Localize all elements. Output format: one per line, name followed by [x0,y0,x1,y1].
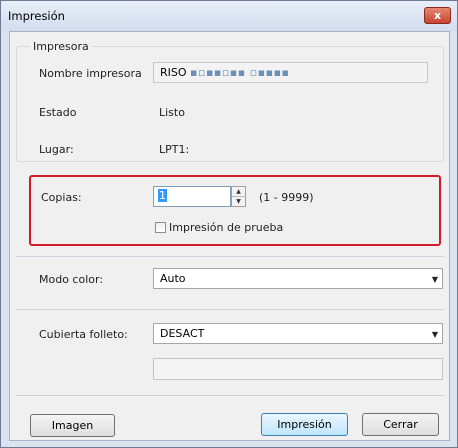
chevron-down-icon: ▼ [431,275,438,284]
proof-print-label[interactable]: Impresión de prueba [169,221,283,234]
image-button[interactable]: Imagen [30,414,115,437]
color-mode-select[interactable]: Auto ▼ [153,268,443,289]
status-label: Estado [39,106,77,119]
printer-name-field: RISO ▪▫▪▪▫▪▪ ▫▪▪▪▪ [153,62,428,83]
print-button[interactable]: Impresión [261,413,348,436]
copies-input[interactable]: 1 [153,186,231,207]
booklet-detail-field [153,358,443,380]
spin-up-icon[interactable]: ▲ [232,187,245,197]
divider [16,395,444,396]
copies-spinner[interactable]: ▲ ▼ [231,186,246,207]
close-window-button[interactable]: x [424,7,451,24]
divider [16,256,444,257]
chevron-down-icon: ▼ [431,330,438,339]
location-value: LPT1: [159,143,190,156]
booklet-cover-select[interactable]: DESACT ▼ [153,323,443,344]
status-value: Listo [159,106,185,119]
cancel-button[interactable]: Cerrar [362,413,439,436]
printer-name-blurred: ▪▫▪▪▫▪▪ ▫▪▪▪▪ [190,66,290,79]
color-mode-label: Modo color: [39,273,104,286]
copies-label: Copias: [41,191,82,204]
copies-range: (1 - 9999) [259,191,314,204]
printer-name-label: Nombre impresora [39,67,142,80]
spin-down-icon[interactable]: ▼ [232,197,245,207]
title-bar: Impresión x [1,1,457,31]
window-title: Impresión [8,9,65,23]
copies-value: 1 [158,189,167,202]
color-mode-value: Auto [160,272,186,285]
printer-group-label: Impresora [30,40,92,53]
proof-print-checkbox[interactable] [155,222,166,233]
booklet-cover-value: DESACT [160,327,205,340]
booklet-cover-label: Cubierta folleto: [39,328,128,341]
divider [16,309,444,310]
location-label: Lugar: [39,143,74,156]
printer-name-prefix: RISO [160,66,187,79]
